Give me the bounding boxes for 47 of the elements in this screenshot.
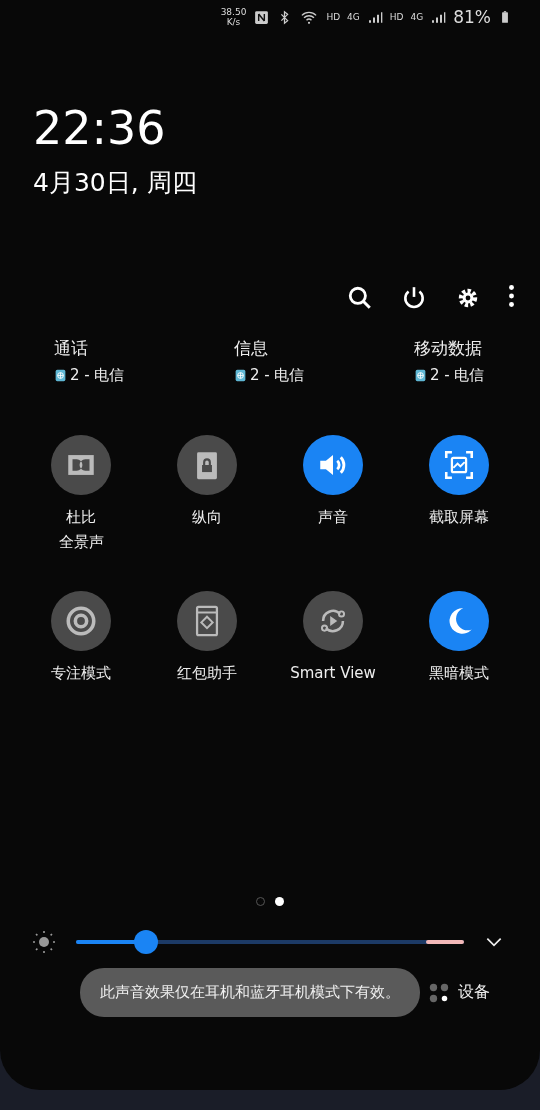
screenshot-icon [442, 448, 476, 482]
toggle-label: 截取屏幕 [429, 507, 489, 528]
quick-toggle[interactable] [51, 591, 111, 651]
toggle-label: 杜比 [66, 507, 96, 528]
clock-date: 4月30日, 周四 [33, 167, 198, 199]
brightness-slider[interactable] [76, 930, 464, 954]
toggle-label: Smart View [290, 663, 376, 684]
clock-time: 22:36 [33, 100, 167, 156]
devices-button[interactable]: 设备 [428, 981, 490, 1004]
toast-message: 此声音效果仅在耳机和蓝牙耳机模式下有效。 [80, 968, 420, 1017]
more-icon [509, 285, 514, 307]
slider-thumb[interactable] [133, 930, 158, 954]
sim-card-icon [414, 368, 427, 383]
sim-name: 2 - 电信 [250, 366, 305, 385]
hd-label: HD [326, 12, 341, 22]
sim-preference-label[interactable]: 通话 [54, 337, 234, 360]
nfc-icon [253, 8, 271, 26]
toggle-label: 黑暗模式 [429, 663, 489, 684]
target-icon [64, 604, 98, 638]
quick-toggle[interactable] [303, 591, 363, 651]
brightness-icon [32, 930, 56, 954]
quick-toggle[interactable] [177, 591, 237, 651]
page-dot[interactable] [275, 897, 284, 906]
sim-preference-label[interactable]: 移动数据 [414, 337, 540, 360]
network-type: 4G [347, 12, 360, 22]
quick-toggle[interactable] [303, 435, 363, 495]
quick-toggle[interactable] [429, 435, 489, 495]
battery-percent: 81% [453, 7, 491, 27]
hd-label: HD [389, 12, 404, 22]
toggle-label: 声音 [318, 507, 348, 528]
sim-name: 2 - 电信 [430, 366, 485, 385]
toggle-label: 全景声 [58, 532, 104, 553]
sim-card-icon [54, 368, 67, 383]
toggle-label: 专注模式 [51, 663, 111, 684]
quick-toggle[interactable] [177, 435, 237, 495]
sim-card-icon [234, 368, 247, 383]
toggle-label: 红包助手 [177, 663, 237, 684]
devices-icon [428, 981, 450, 1004]
power-icon [401, 285, 427, 311]
quick-toggle[interactable] [429, 591, 489, 651]
toggle-label: 纵向 [192, 507, 222, 528]
sim-preference-label[interactable]: 信息 [234, 337, 414, 360]
search-icon [347, 285, 373, 311]
network-speed: 38.50 K/s [220, 7, 247, 27]
network-type: 4G [410, 12, 424, 22]
sim-name: 2 - 电信 [70, 366, 125, 385]
quick-toggle[interactable] [51, 435, 111, 495]
